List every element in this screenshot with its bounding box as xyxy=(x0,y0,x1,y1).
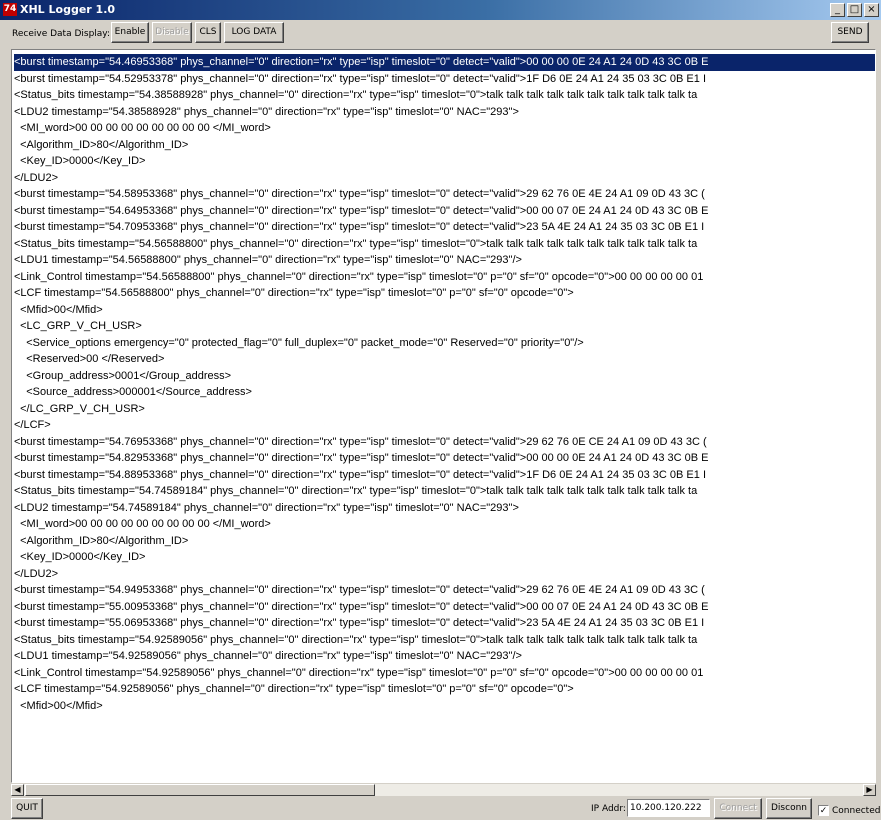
log-line[interactable]: <Key_ID>0000</Key_ID> xyxy=(14,153,875,170)
log-line[interactable]: <Algorithm_ID>80</Algorithm_ID> xyxy=(14,533,875,550)
log-line[interactable]: <Algorithm_ID>80</Algorithm_ID> xyxy=(14,137,875,154)
log-line[interactable]: <burst timestamp="55.06953368" phys_chan… xyxy=(14,615,875,632)
title-bar: 74 XHL Logger 1.0 _ □ × xyxy=(0,0,881,20)
log-line[interactable]: <Status_bits timestamp="54.92589056" phy… xyxy=(14,632,875,649)
ip-address-input[interactable]: 10.200.120.222 xyxy=(627,799,710,817)
vertical-scrollbar[interactable] xyxy=(876,49,881,783)
log-line[interactable]: <MI_word>00 00 00 00 00 00 00 00 00 </MI… xyxy=(14,516,875,533)
send-button[interactable]: SEND xyxy=(831,22,869,43)
log-line[interactable]: </LDU2> xyxy=(14,566,875,583)
maximize-icon[interactable]: □ xyxy=(847,3,862,17)
log-line[interactable]: <burst timestamp="54.88953368" phys_chan… xyxy=(14,467,875,484)
connected-label: Connected xyxy=(832,805,881,816)
log-display[interactable]: <burst timestamp="54.46953368" phys_chan… xyxy=(11,49,876,783)
log-line[interactable]: </LDU2> xyxy=(14,170,875,187)
log-line[interactable]: <Mfid>00</Mfid> xyxy=(14,302,875,319)
log-line[interactable]: <Mfid>00</Mfid> xyxy=(14,698,875,715)
log-line[interactable]: <LCF timestamp="54.56588800" phys_channe… xyxy=(14,285,875,302)
close-icon[interactable]: × xyxy=(864,3,879,17)
log-line[interactable]: <burst timestamp="54.64953368" phys_chan… xyxy=(14,203,875,220)
minimize-icon[interactable]: _ xyxy=(830,3,845,17)
log-line[interactable]: <LC_GRP_V_CH_USR> xyxy=(14,318,875,335)
log-line[interactable]: <burst timestamp="54.46953368" phys_chan… xyxy=(14,54,875,71)
ip-address-label: IP Addr: xyxy=(591,804,626,814)
log-line[interactable]: <Status_bits timestamp="54.74589184" phy… xyxy=(14,483,875,500)
log-lines: <burst timestamp="54.46953368" phys_chan… xyxy=(14,54,875,714)
log-line[interactable]: <burst timestamp="55.00953368" phys_chan… xyxy=(14,599,875,616)
cls-button[interactable]: CLS xyxy=(195,22,221,43)
log-line[interactable]: <burst timestamp="54.82953368" phys_chan… xyxy=(14,450,875,467)
log-line[interactable]: <Status_bits timestamp="54.56588800" phy… xyxy=(14,236,875,253)
log-line[interactable]: <MI_word>00 00 00 00 00 00 00 00 00 </MI… xyxy=(14,120,875,137)
log-line[interactable]: <LDU1 timestamp="54.56588800" phys_chann… xyxy=(14,252,875,269)
log-line[interactable]: <LDU2 timestamp="54.74589184" phys_chann… xyxy=(14,500,875,517)
log-line[interactable]: <Reserved>00 </Reserved> xyxy=(14,351,875,368)
app-icon: 74 xyxy=(3,3,17,16)
connect-button: Connect xyxy=(714,798,762,819)
log-line[interactable]: <burst timestamp="54.52953378" phys_chan… xyxy=(14,71,875,88)
log-data-button[interactable]: LOG DATA xyxy=(224,22,284,43)
log-line[interactable]: <Link_Control timestamp="54.56588800" ph… xyxy=(14,269,875,286)
enable-button[interactable]: Enable xyxy=(111,22,149,43)
window-controls: _ □ × xyxy=(830,3,881,17)
log-line[interactable]: <Status_bits timestamp="54.38588928" phy… xyxy=(14,87,875,104)
log-line[interactable]: </LCF> xyxy=(14,417,875,434)
log-line[interactable]: <Key_ID>0000</Key_ID> xyxy=(14,549,875,566)
connected-checkbox-group[interactable]: ✓ Connected xyxy=(818,802,881,816)
log-line[interactable]: <burst timestamp="54.94953368" phys_chan… xyxy=(14,582,875,599)
log-line[interactable]: <Link_Control timestamp="54.92589056" ph… xyxy=(14,665,875,682)
receive-display-label: Receive Data Display: xyxy=(12,29,110,39)
toolbar: Receive Data Display: Enable Disable CLS… xyxy=(0,22,881,46)
scroll-left-icon[interactable]: ◀ xyxy=(11,784,24,796)
status-bar: QUIT IP Addr: 10.200.120.222 Connect Dis… xyxy=(0,797,881,820)
log-line[interactable]: <LCF timestamp="54.92589056" phys_channe… xyxy=(14,681,875,698)
log-line[interactable]: <burst timestamp="54.76953368" phys_chan… xyxy=(14,434,875,451)
quit-button[interactable]: QUIT xyxy=(11,798,43,819)
log-line[interactable]: <LDU2 timestamp="54.38588928" phys_chann… xyxy=(14,104,875,121)
log-line[interactable]: <Service_options emergency="0" protected… xyxy=(14,335,875,352)
horizontal-scrollbar[interactable]: ◀ ▶ xyxy=(11,783,876,796)
scroll-thumb[interactable] xyxy=(25,784,375,796)
log-line[interactable]: </LC_GRP_V_CH_USR> xyxy=(14,401,875,418)
log-line[interactable]: <burst timestamp="54.58953368" phys_chan… xyxy=(14,186,875,203)
log-line[interactable]: <LDU1 timestamp="54.92589056" phys_chann… xyxy=(14,648,875,665)
disable-button: Disable xyxy=(152,22,192,43)
log-line[interactable]: <Group_address>0001</Group_address> xyxy=(14,368,875,385)
scroll-right-icon[interactable]: ▶ xyxy=(863,784,876,796)
log-line[interactable]: <Source_address>000001</Source_address> xyxy=(14,384,875,401)
log-line[interactable]: <burst timestamp="54.70953368" phys_chan… xyxy=(14,219,875,236)
window-title: XHL Logger 1.0 xyxy=(20,3,116,16)
connected-checkbox[interactable]: ✓ xyxy=(818,805,829,816)
disconnect-button[interactable]: Disconn xyxy=(766,798,812,819)
